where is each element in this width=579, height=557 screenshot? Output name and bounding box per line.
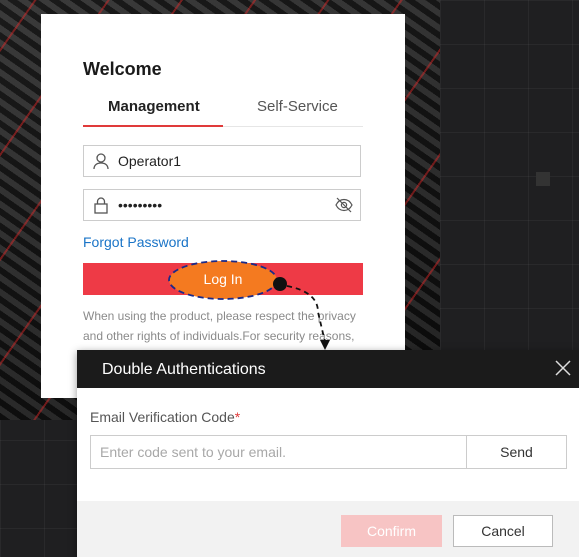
forgot-password-link[interactable]: Forgot Password	[83, 234, 189, 250]
email-code-label: Email Verification Code*	[90, 409, 240, 425]
login-button-highlight-label: Log In	[203, 271, 243, 287]
email-code-label-text: Email Verification Code	[90, 409, 235, 425]
send-code-button[interactable]: Send	[466, 435, 567, 469]
dialog-title: Double Authentications	[102, 361, 266, 378]
user-icon	[92, 152, 110, 170]
tab-management[interactable]: Management	[108, 98, 200, 115]
login-card: Welcome Management Self-Service Operator…	[41, 14, 405, 398]
double-authentication-dialog: Double Authentications Email Verificatio…	[77, 350, 579, 557]
cancel-button[interactable]: Cancel	[453, 515, 553, 547]
close-icon[interactable]	[553, 358, 573, 378]
tab-self-service[interactable]: Self-Service	[257, 98, 338, 115]
eye-hidden-icon[interactable]	[334, 196, 354, 214]
password-value: •••••••••	[118, 197, 163, 213]
dialog-header: Double Authentications	[77, 350, 579, 388]
username-value: Operator1	[118, 153, 182, 169]
confirm-button[interactable]: Confirm	[341, 515, 442, 547]
dialog-footer: Confirm Cancel	[77, 501, 579, 557]
welcome-title: Welcome	[83, 59, 162, 79]
required-mark: *	[234, 409, 241, 425]
background-square	[536, 172, 550, 186]
active-tab-underline	[83, 125, 223, 127]
password-field[interactable]: •••••••••	[83, 189, 361, 221]
privacy-notice: When using the product, please respect t…	[83, 309, 356, 343]
username-field[interactable]: Operator1	[83, 145, 361, 177]
verification-code-input[interactable]	[90, 435, 467, 469]
login-tabs: Management Self-Service	[83, 96, 363, 127]
lock-icon	[92, 196, 110, 214]
